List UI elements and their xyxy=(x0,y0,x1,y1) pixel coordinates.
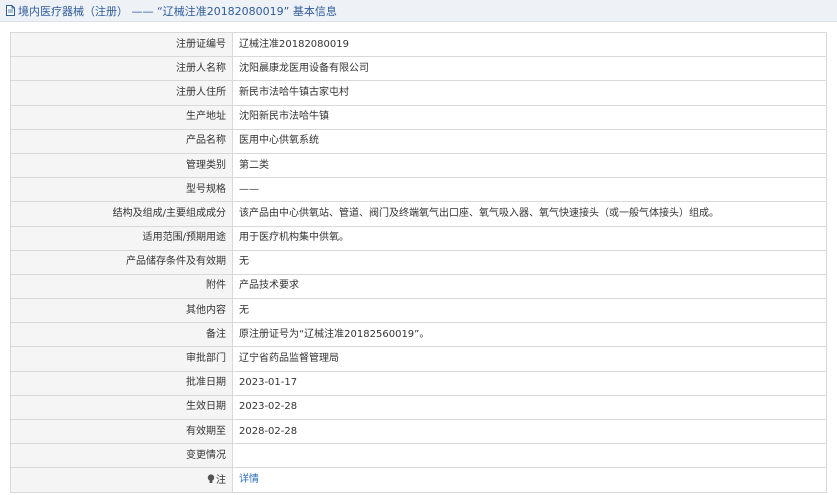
storage-validity-value: 无 xyxy=(232,249,827,275)
production-address-label: 生产地址 xyxy=(10,104,233,130)
effective-date-value: 2023-02-28 xyxy=(232,394,827,421)
table-row: 管理类别 第二类 xyxy=(10,152,827,179)
table-row: 其他内容无 xyxy=(10,298,827,324)
remarks-value: 原注册证号为“辽械注准20182560019”。 xyxy=(232,322,827,348)
registrant-address-label: 注册人住所 xyxy=(10,80,233,106)
change-status-label: 变更情况 xyxy=(10,443,233,469)
approval-date-value: 2023-01-17 xyxy=(232,370,827,396)
table-row: 生产地址 沈阳新民市法哈牛镇 xyxy=(10,104,827,130)
remarks-label: 备注 xyxy=(10,322,233,348)
scope-of-use-value: 用于医疗机构集中供氧。 xyxy=(232,225,827,251)
other-content-label: 其他内容 xyxy=(10,298,233,324)
product-name-label: 产品名称 xyxy=(10,128,233,154)
valid-until-value: 2028-02-28 xyxy=(232,418,827,445)
page-title: 境内医疗器械（注册） —— “辽械注准20182080019” 基本信息 xyxy=(18,4,337,18)
table-row: 注册人名称 沈阳晨康龙医用设备有限公司 xyxy=(10,56,827,82)
registrant-name-value: 沈阳晨康龙医用设备有限公司 xyxy=(232,56,827,82)
document-icon xyxy=(6,5,15,16)
table-row: 审批部门 辽宁省药品监督管理局 xyxy=(10,346,827,372)
registration-number-value: 辽械注准20182080019 xyxy=(232,31,827,58)
registrant-address-value: 新民市法哈牛镇古家屯村 xyxy=(232,80,827,106)
details-link[interactable]: 详情 xyxy=(239,474,259,485)
table-row: 产品储存条件及有效期无 xyxy=(10,249,827,275)
structure-composition-value: 该产品由中心供氧站、管道、阀门及终端氧气出口座、氧气吸入器、氧气快速接头（或一般… xyxy=(232,201,827,227)
info-table: 注册证编号 辽械注准20182080019 注册人名称 沈阳晨康龙医用设备有限公司 注册… xyxy=(10,31,827,493)
approval-department-label: 审批部门 xyxy=(10,346,233,372)
product-name-value: 医用中心供氧系统 xyxy=(232,128,827,154)
management-category-value: 第二类 xyxy=(232,152,827,179)
note-value-cell: 详情 xyxy=(232,467,827,493)
management-category-label: 管理类别 xyxy=(10,152,233,179)
registration-number-label: 注册证编号 xyxy=(10,31,233,58)
lightbulb-icon xyxy=(207,474,215,483)
table-row: 变更情况 xyxy=(10,443,827,469)
table-row: 注册证编号 辽械注准20182080019 xyxy=(10,31,827,58)
approval-date-label: 批准日期 xyxy=(10,370,233,396)
attachment-label: 附件 xyxy=(10,273,233,300)
table-row: 批准日期 2023-01-17 xyxy=(10,370,827,396)
valid-until-label: 有效期至 xyxy=(10,418,233,445)
table-row: 适用范围/预期用途 用于医疗机构集中供氧。 xyxy=(10,225,827,251)
approval-department-value: 辽宁省药品监督管理局 xyxy=(232,346,827,372)
other-content-value: 无 xyxy=(232,298,827,324)
scope-of-use-label: 适用范围/预期用途 xyxy=(10,225,233,251)
note-label: 注 xyxy=(216,474,226,486)
production-address-value: 沈阳新民市法哈牛镇 xyxy=(232,104,827,130)
table-row-note: 注 详情 xyxy=(10,467,827,493)
storage-validity-label: 产品储存条件及有效期 xyxy=(10,249,233,275)
table-row: 备注 原注册证号为“辽械注准20182560019”。 xyxy=(10,322,827,348)
change-status-value xyxy=(232,443,827,469)
page-header: 境内医疗器械（注册） —— “辽械注准20182080019” 基本信息 xyxy=(0,0,837,22)
table-row: 附件 产品技术要求 xyxy=(10,273,827,300)
model-spec-value: —— xyxy=(232,177,827,203)
note-label-cell: 注 xyxy=(10,467,233,493)
model-spec-label: 型号规格 xyxy=(10,177,233,203)
attachment-value: 产品技术要求 xyxy=(232,273,827,300)
structure-composition-label: 结构及组成/主要组成成分 xyxy=(10,201,233,227)
effective-date-label: 生效日期 xyxy=(10,394,233,421)
table-row: 产品名称 医用中心供氧系统 xyxy=(10,128,827,154)
table-row: 结构及组成/主要组成成分 该产品由中心供氧站、管道、阀门及终端氧气出口座、氧气吸入… xyxy=(10,201,827,227)
table-row: 有效期至 2028-02-28 xyxy=(10,418,827,445)
table-row: 注册人住所 新民市法哈牛镇古家屯村 xyxy=(10,80,827,106)
registrant-name-label: 注册人名称 xyxy=(10,56,233,82)
table-row: 型号规格 —— xyxy=(10,177,827,203)
table-row: 生效日期 2023-02-28 xyxy=(10,394,827,421)
